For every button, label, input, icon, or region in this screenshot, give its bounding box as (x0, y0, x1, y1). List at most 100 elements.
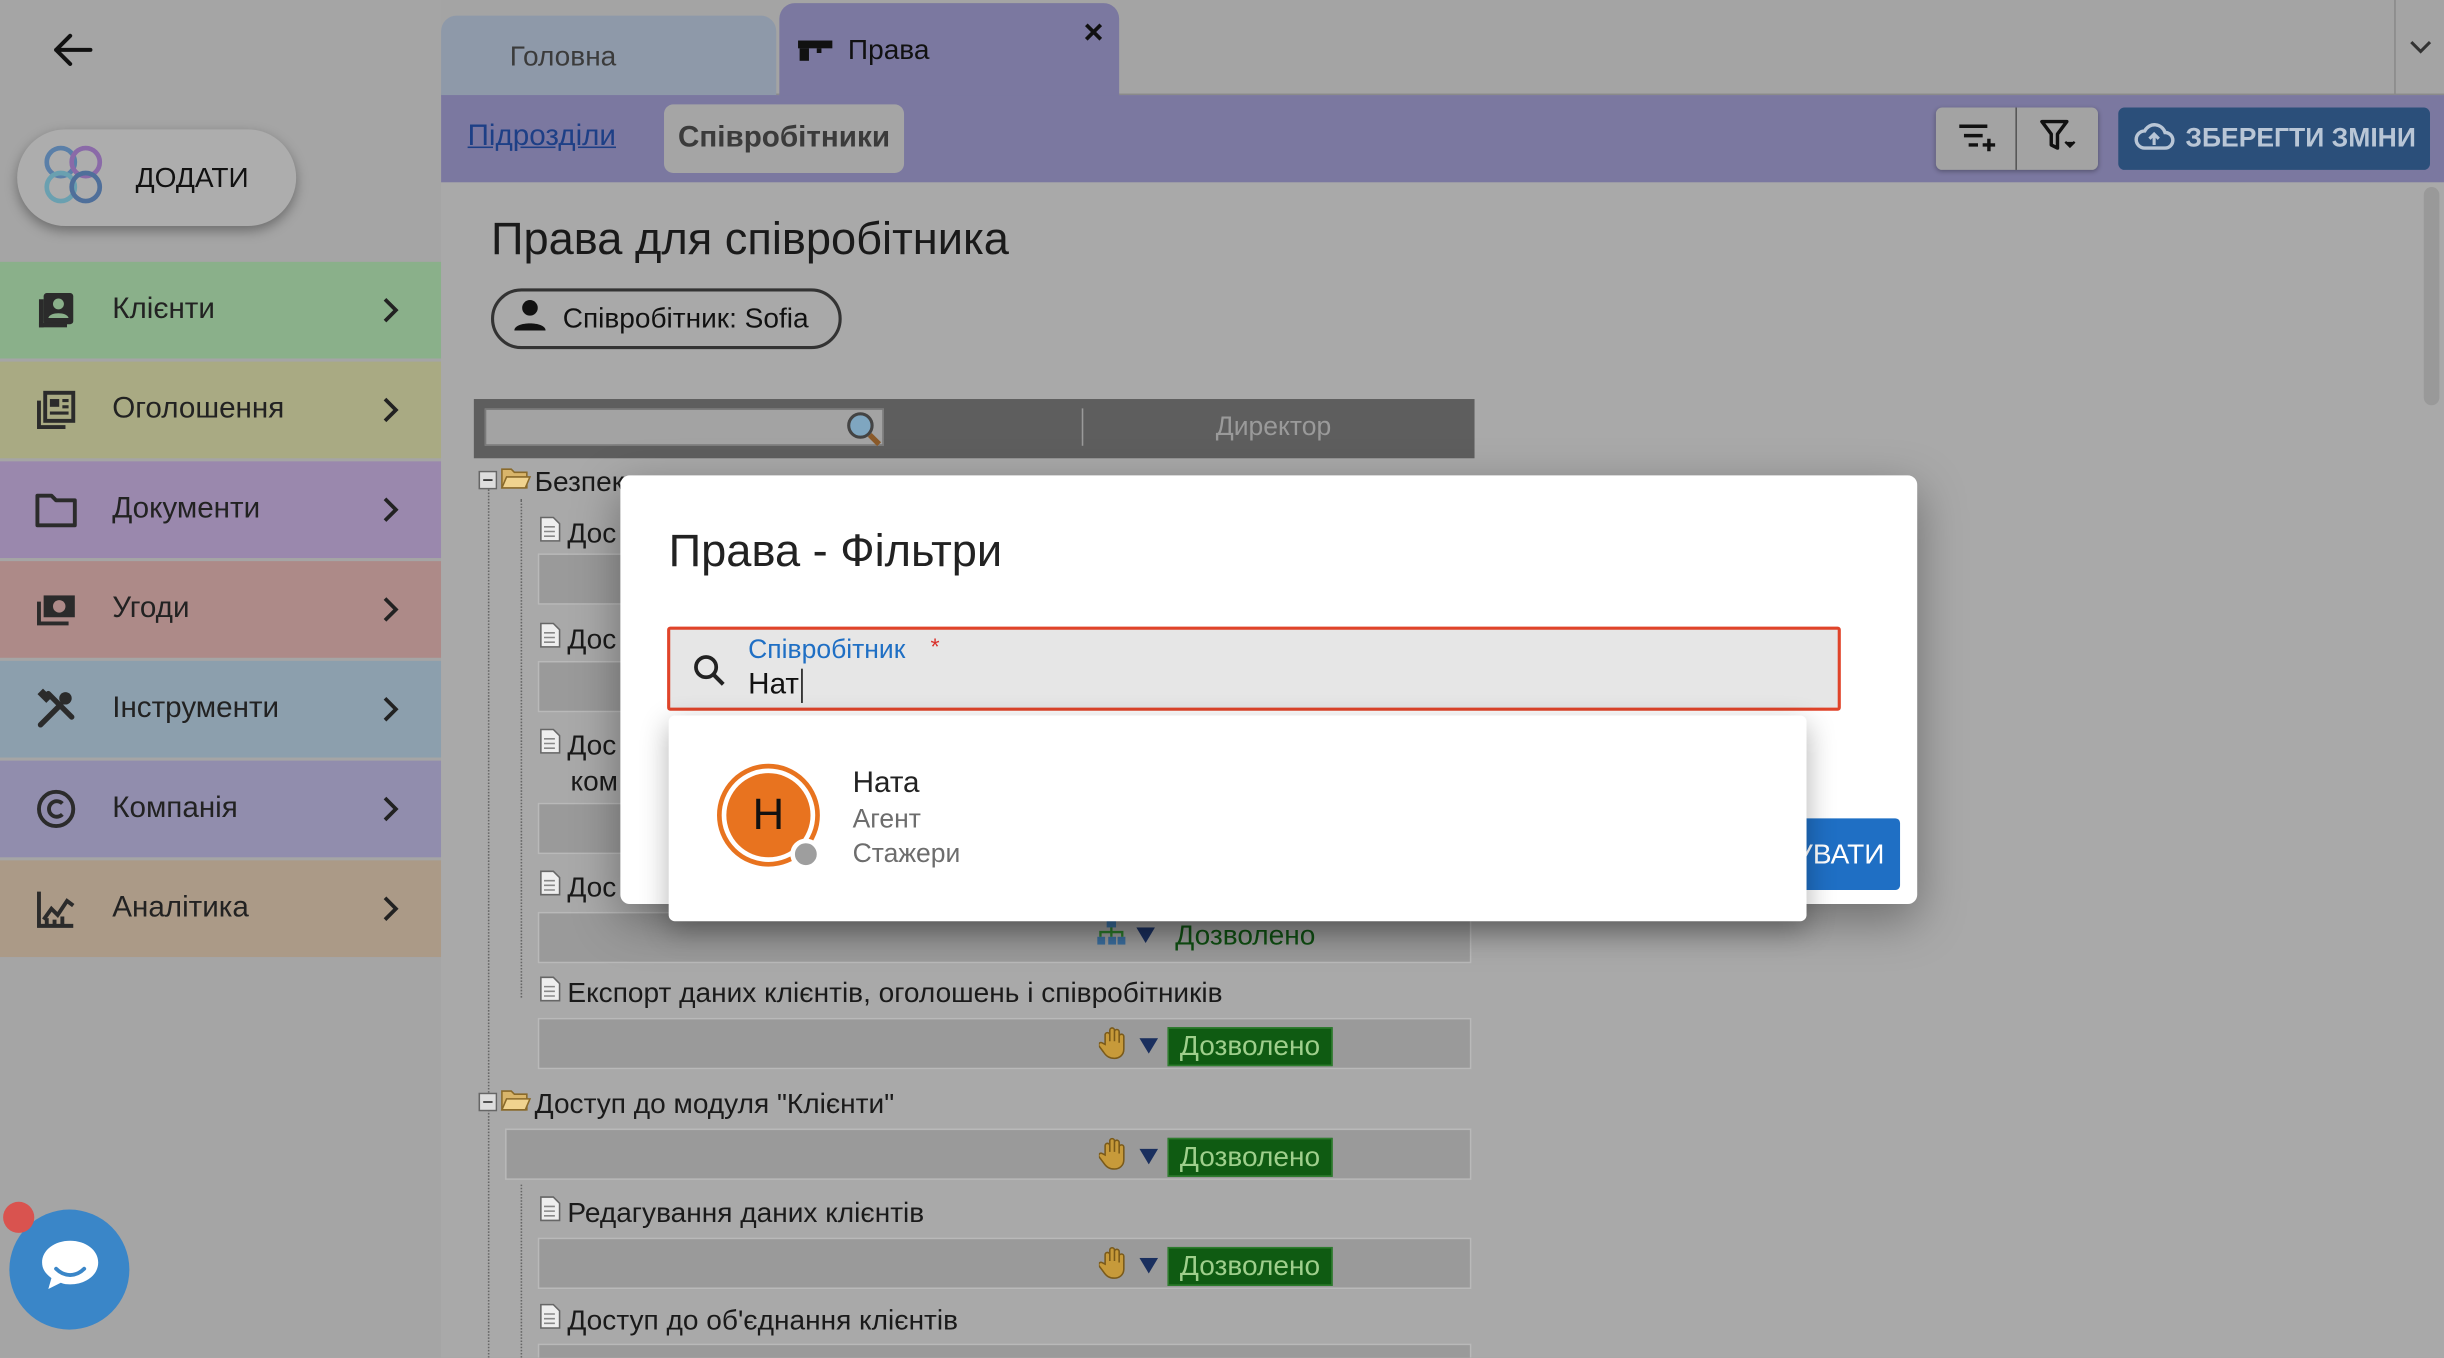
dropdown-triangle-icon (1139, 1033, 1159, 1061)
sidebar-item-analytics[interactable]: Аналітика (0, 860, 442, 958)
dropdown-triangle-icon (1136, 922, 1155, 950)
tab-home[interactable]: Головна (441, 15, 777, 97)
required-mark: * (930, 634, 940, 661)
sidebar-item-documents[interactable]: Документи (0, 461, 442, 559)
apply-button-label: УВАТИ (1795, 837, 1885, 869)
tree-line (520, 498, 523, 998)
notification-dot (3, 1201, 35, 1233)
tree-node-label: Дос (567, 728, 617, 760)
sidebar-item-label: Угоди (112, 592, 190, 626)
filter-icon (2037, 116, 2078, 161)
hand-icon (1097, 1026, 1130, 1068)
tree-node[interactable]: Доступ до об'єднання клієнтів (539, 1303, 958, 1337)
tree-node-label: Дос (567, 622, 617, 654)
search-icon (843, 408, 884, 456)
permission-status: Дозволено (1175, 919, 1316, 951)
chevron-down-icon (2407, 34, 2432, 62)
dropdown-triangle-icon (1139, 1143, 1159, 1171)
tree-node[interactable]: Дос (539, 728, 616, 762)
chevron-right-icon (382, 396, 401, 424)
field-label: Співробітник (748, 634, 906, 665)
subnav-tab-employees[interactable]: Співробітники (664, 104, 905, 174)
status-dot (790, 838, 822, 870)
document-icon (539, 1196, 561, 1230)
permission-status: Дозволено (1167, 1027, 1333, 1067)
subnav-link-departments[interactable]: Підрозділи (468, 120, 616, 154)
folder-icon (31, 485, 81, 535)
document-icon (539, 728, 561, 762)
chevron-right-icon (382, 895, 401, 923)
tree-node[interactable]: Безпек (478, 466, 624, 499)
tree-node-label: Безпек (534, 466, 624, 498)
sidebar-item-label: Аналітика (112, 891, 249, 925)
permission-cell[interactable]: Дозволено (1097, 1245, 1333, 1287)
tree-node[interactable]: Редагування даних клієнтів (539, 1196, 924, 1230)
filter-dropdown-button[interactable] (2017, 108, 2098, 170)
folder-open-icon (500, 1088, 532, 1121)
add-button[interactable]: ДОДАТИ (17, 129, 297, 227)
sidebar-item-label: Клієнти (112, 293, 215, 326)
tree-line (520, 1184, 523, 1358)
folder-open-icon (500, 466, 532, 499)
employee-search-input[interactable]: Нат (748, 668, 803, 703)
employee-search-field[interactable]: Співробітник * Нат (667, 626, 1841, 711)
tools-icon (31, 684, 81, 734)
tree-node[interactable]: Дос (539, 516, 616, 550)
document-icon (539, 976, 561, 1010)
suggestion-role: Агент (852, 804, 921, 834)
chat-bubble-icon (37, 1236, 102, 1303)
tree-node-label-continued: ком (570, 765, 618, 797)
tree-node-label: Редагування даних клієнтів (567, 1196, 925, 1228)
sidebar-item-listings[interactable]: Оголошення (0, 361, 442, 459)
tree-search-input[interactable] (484, 408, 884, 446)
tree-node[interactable]: Дос (539, 622, 616, 656)
listing-icon (31, 385, 81, 435)
tabs-overflow-button[interactable] (2394, 0, 2444, 96)
permission-cell[interactable]: Дозволено (1096, 918, 1327, 954)
tree-node[interactable]: Експорт даних клієнтів, оголошень і спів… (539, 976, 1223, 1010)
chevron-right-icon (382, 496, 401, 524)
sidebar-item-tools[interactable]: Інструменти (0, 660, 442, 758)
person-icon (513, 298, 547, 340)
employee-chip[interactable]: Співробітник: Sofia (490, 288, 842, 350)
suggestion-item[interactable]: Н Ната Агент Стажери (669, 725, 1807, 909)
sidebar-item-label: Оголошення (112, 392, 285, 426)
chevron-right-icon (382, 695, 401, 723)
permission-status: Дозволено (1167, 1246, 1333, 1286)
add-filter-button[interactable] (1936, 107, 2017, 170)
save-changes-button[interactable]: ЗБЕРЕГТИ ЗМІНИ (2118, 107, 2431, 170)
tab-rights[interactable]: Права × (779, 3, 1120, 97)
employee-suggestions: Н Ната Агент Стажери (668, 715, 1807, 922)
permission-status: Дозволено (1167, 1137, 1333, 1177)
tree-node-label: Доступ до модуля "Клієнти" (534, 1087, 895, 1120)
sidebar: ДОДАТИ Клієнти Оголошення Документи Угод… (0, 0, 442, 1358)
sidebar-item-company[interactable]: Компанія (0, 760, 442, 858)
document-icon (539, 516, 561, 550)
sidebar-item-label: Інструменти (112, 692, 280, 725)
permission-cell[interactable]: Дозволено (1097, 1026, 1333, 1068)
tree-node[interactable]: Дос (539, 870, 616, 904)
sidebar-item-clients[interactable]: Клієнти (0, 261, 442, 359)
key-icon (795, 36, 836, 64)
column-header-director: Директор (1215, 411, 1332, 442)
tree-node-label: Доступ до об'єднання клієнтів (567, 1303, 959, 1336)
org-structure-icon (1096, 918, 1127, 954)
cloud-upload-icon (2132, 119, 2176, 158)
tree-node[interactable]: Доступ до модуля "Клієнти" (478, 1087, 895, 1121)
sidebar-item-label: Компанія (112, 791, 238, 825)
column-divider (1081, 408, 1084, 446)
permission-row (537, 1343, 1472, 1358)
sidebar-item-label: Документи (112, 492, 261, 526)
permission-cell[interactable]: Дозволено (1097, 1136, 1333, 1178)
chevron-right-icon (382, 296, 401, 324)
close-icon[interactable]: × (1084, 12, 1104, 53)
hand-icon (1097, 1245, 1130, 1287)
chevron-right-icon (382, 795, 401, 823)
document-icon (539, 622, 561, 656)
dialog-title: Права - Фільтри (668, 526, 1003, 577)
sidebar-item-deals[interactable]: Угоди (0, 561, 442, 658)
back-arrow-icon[interactable] (44, 22, 100, 78)
employee-chip-label: Співробітник: Sofia (562, 302, 809, 334)
add-button-label: ДОДАТИ (135, 161, 249, 193)
scrollbar-thumb[interactable] (2423, 187, 2440, 406)
